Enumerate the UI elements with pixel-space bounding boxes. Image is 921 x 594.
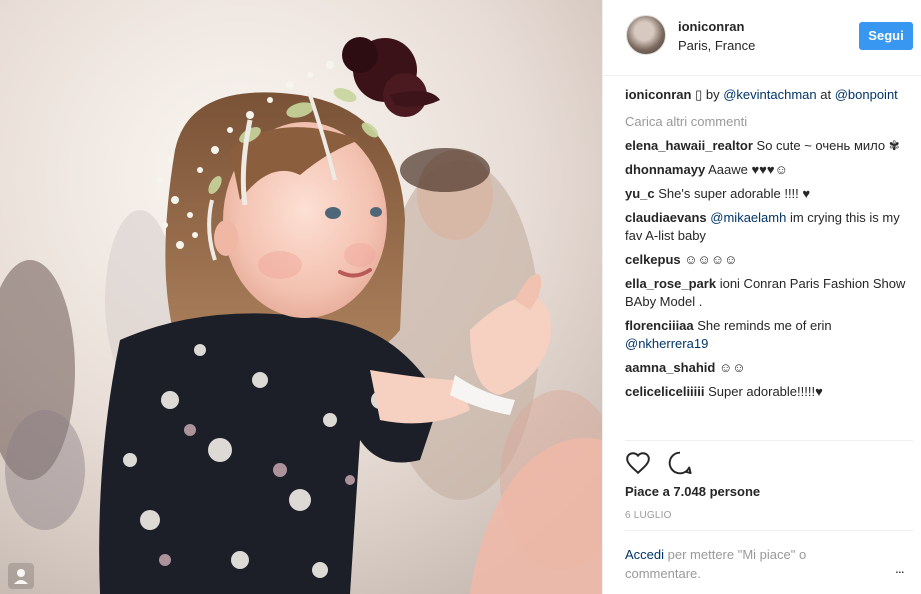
list-item: celkepus ☺☺☺☺ [625,251,910,269]
likes-count[interactable]: Piace a 7.048 persone [625,484,760,499]
list-item: florenciiiaa She reminds me of erin @nkh… [625,317,910,353]
follow-button[interactable]: Segui [859,22,913,50]
comment-username[interactable]: celiceliceliiiii [625,384,705,399]
comment-username[interactable]: dhonnamayy [625,162,705,177]
post-header: ioniconran Paris, France Segui [603,0,921,76]
comment-text: Super adorable!!!!!♥ [708,384,823,399]
comment-username[interactable]: aamna_shahid [625,360,715,375]
post-sidebar: ioniconran Paris, France Segui ioniconra… [602,0,921,594]
comment-text: Aaawe ♥♥♥☺ [708,162,788,177]
header-username[interactable]: ioniconran [678,19,744,34]
header-location[interactable]: Paris, France [678,38,755,53]
comment-username[interactable]: florenciiiaa [625,318,694,333]
caption-mention-kevintachman[interactable]: @kevintachman [723,87,816,102]
comment-text: She's super adorable !!!! ♥ [658,186,811,201]
comment-text: So cute ~ очень мило ✾ [756,138,900,153]
comment-username[interactable]: ella_rose_park [625,276,716,291]
list-item: yu_c She's super adorable !!!! ♥ [625,185,910,203]
list-item: ella_rose_park ioni Conran Paris Fashion… [625,275,910,311]
login-prompt: Accedi per mettere "Mi piace" o commenta… [625,545,865,583]
heart-icon[interactable] [625,450,653,478]
list-item: dhonnamayy Aaawe ♥♥♥☺ [625,161,910,179]
caption-by: by [702,87,724,102]
list-item: celiceliceliiiii Super adorable!!!!!♥ [625,383,910,401]
more-options-button[interactable]: ... [895,560,905,576]
list-item: aamna_shahid ☺☺ [625,359,910,377]
comment-text: She reminds me of erin [697,318,832,333]
comments-list[interactable]: ioniconran ▯ by @kevintachman at @bonpoi… [625,86,910,440]
caption-at: at [816,87,832,102]
comment-text: ☺☺☺☺ [684,252,738,267]
post-date: 6 LUGLIO [625,510,672,521]
post-photo[interactable] [0,0,602,594]
photo-illustration [0,0,602,594]
comment-username[interactable]: claudiaevans [625,210,707,225]
divider [625,440,913,441]
comment-mention[interactable]: @mikaelamh [710,210,786,225]
divider [625,530,913,531]
comment-username[interactable]: yu_c [625,186,655,201]
load-more-comments-link[interactable]: Carica altri commenti [625,114,910,129]
caption-mention-bonpoint[interactable]: @bonpoint [835,87,898,102]
comment-username[interactable]: elena_hawaii_realtor [625,138,753,153]
caption-username[interactable]: ioniconran [625,87,691,102]
login-link[interactable]: Accedi [625,547,664,562]
caption: ioniconran ▯ by @kevintachman at @bonpoi… [625,86,910,104]
comment-text: ☺☺ [718,360,746,375]
user-tag-icon[interactable] [8,563,34,589]
comment-icon[interactable] [667,450,695,478]
avatar[interactable] [626,15,666,55]
comment-username[interactable]: celkepus [625,252,681,267]
list-item: elena_hawaii_realtor So cute ~ очень мил… [625,137,910,155]
list-item: claudiaevans @mikaelamh im crying this i… [625,209,910,245]
comment-mention[interactable]: @nkherrera19 [625,336,708,351]
